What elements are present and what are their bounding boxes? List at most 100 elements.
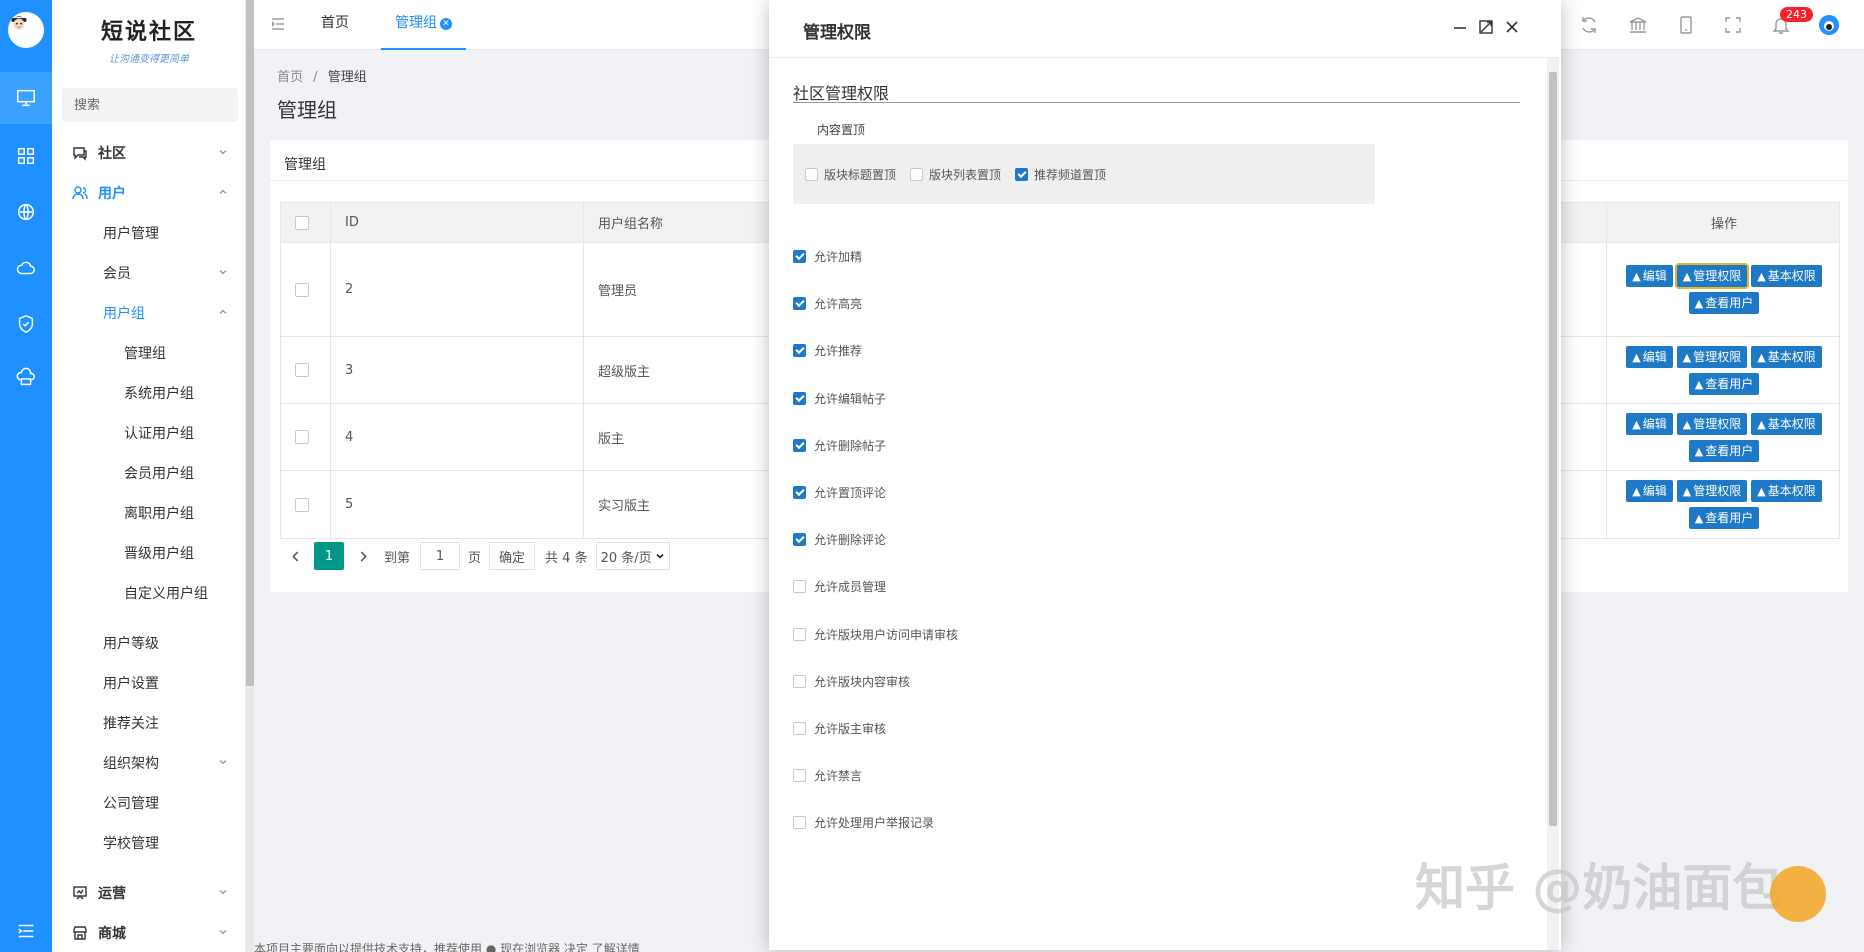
permission-checkbox[interactable] bbox=[793, 438, 806, 452]
maximize-icon[interactable] bbox=[1477, 18, 1495, 36]
view-users-button[interactable]: ▲ 查看用户 bbox=[1688, 507, 1760, 529]
view-users-button[interactable]: ▲ 查看用户 bbox=[1688, 439, 1760, 462]
permission-option[interactable]: 允许推荐 bbox=[793, 342, 862, 359]
page-confirm-button[interactable]: 确定 bbox=[489, 542, 536, 570]
modal-scrollbar-thumb[interactable] bbox=[1549, 72, 1557, 826]
basic-permission-button[interactable]: ▲ 基本权限 bbox=[1751, 345, 1822, 368]
sidebar-item-community[interactable]: 社区 bbox=[52, 133, 246, 173]
close-icon[interactable] bbox=[1503, 18, 1521, 36]
permission-option[interactable]: 允许置顶评论 bbox=[793, 484, 886, 501]
page-jump-input[interactable]: 1 bbox=[420, 542, 461, 570]
pin-option-checkbox[interactable] bbox=[910, 167, 924, 181]
sidebar-item-group-promote[interactable]: 晋级用户组 bbox=[52, 533, 246, 573]
sidebar-item-user[interactable]: 用户 bbox=[52, 173, 246, 213]
permission-option[interactable]: 允许版块内容审核 bbox=[793, 673, 910, 690]
sidebar-item-group-custom[interactable]: 自定义用户组 bbox=[52, 573, 246, 613]
sidebar-item-group-admin[interactable]: 管理组 bbox=[52, 333, 246, 373]
manage-permission-button[interactable]: ▲ 管理权限 bbox=[1676, 345, 1748, 368]
permission-option[interactable]: 允许编辑帖子 bbox=[793, 390, 886, 407]
sidebar-scrollbar[interactable] bbox=[246, 0, 254, 952]
sidebar-item-usergroup[interactable]: 用户组 bbox=[52, 293, 246, 333]
permission-option[interactable]: 允许成员管理 bbox=[793, 578, 886, 595]
permission-option[interactable]: 允许删除帖子 bbox=[793, 437, 886, 454]
edit-button[interactable]: ▲ 编辑 bbox=[1626, 480, 1673, 502]
rail-desktop-icon[interactable] bbox=[0, 72, 52, 124]
row-checkbox[interactable] bbox=[295, 363, 309, 377]
per-page-select[interactable]: 20 条/页 bbox=[595, 542, 670, 570]
row-checkbox[interactable] bbox=[295, 430, 309, 444]
permission-option[interactable]: 允许禁言 bbox=[793, 767, 862, 784]
row-checkbox[interactable] bbox=[295, 497, 309, 512]
sidebar-item-group-member[interactable]: 会员用户组 bbox=[52, 453, 246, 493]
permission-option[interactable]: 允许加精 bbox=[793, 248, 862, 265]
permission-option[interactable]: 允许高亮 bbox=[793, 295, 862, 312]
permission-option[interactable]: 允许版主审核 bbox=[793, 720, 886, 737]
permission-option[interactable]: 允许删除评论 bbox=[793, 531, 886, 548]
permission-checkbox[interactable] bbox=[793, 580, 806, 594]
breadcrumb-home[interactable]: 首页 bbox=[277, 70, 303, 85]
edit-button[interactable]: ▲ 编辑 bbox=[1626, 345, 1673, 368]
rail-menu-fold-icon[interactable] bbox=[0, 905, 52, 952]
fullscreen-icon[interactable] bbox=[1722, 14, 1744, 36]
modal-scrollbar[interactable] bbox=[1547, 58, 1559, 950]
user-avatar-icon[interactable] bbox=[1818, 14, 1840, 36]
sidebar-scrollbar-thumb[interactable] bbox=[246, 0, 254, 686]
permission-checkbox[interactable] bbox=[793, 722, 806, 735]
sidebar-item-user-settings[interactable]: 用户设置 bbox=[52, 663, 246, 703]
search-input[interactable] bbox=[74, 97, 244, 113]
rail-cloud-icon[interactable] bbox=[0, 242, 52, 294]
manage-permission-button[interactable]: ▲ 管理权限 bbox=[1676, 265, 1748, 287]
permission-checkbox[interactable] bbox=[793, 250, 806, 263]
basic-permission-button[interactable]: ▲ 基本权限 bbox=[1751, 412, 1822, 435]
tab-group[interactable]: 管理组 ✕ bbox=[381, 0, 466, 50]
sidebar-item-group-verified[interactable]: 认证用户组 bbox=[52, 413, 246, 453]
view-users-button[interactable]: ▲ 查看用户 bbox=[1688, 292, 1760, 314]
pin-option[interactable]: 推荐频道置顶 bbox=[1015, 166, 1106, 183]
sidebar-item-ops[interactable]: 运营 bbox=[52, 873, 246, 913]
permission-checkbox[interactable] bbox=[793, 344, 806, 358]
edit-button[interactable]: ▲ 编辑 bbox=[1626, 265, 1673, 287]
next-page-icon[interactable] bbox=[348, 542, 378, 570]
permission-checkbox[interactable] bbox=[793, 816, 806, 830]
mobile-icon[interactable] bbox=[1675, 14, 1697, 36]
sidebar-item-group-system[interactable]: 系统用户组 bbox=[52, 373, 246, 413]
rail-apps-icon[interactable] bbox=[0, 130, 52, 182]
basic-permission-button[interactable]: ▲ 基本权限 bbox=[1751, 265, 1822, 287]
select-all-checkbox[interactable] bbox=[295, 215, 309, 230]
permission-option[interactable]: 允许处理用户举报记录 bbox=[793, 814, 934, 831]
tab-home[interactable]: 首页 bbox=[307, 0, 363, 50]
pin-option[interactable]: 版块标题置顶 bbox=[805, 166, 896, 183]
permission-checkbox[interactable] bbox=[793, 533, 806, 547]
pin-option[interactable]: 版块列表置顶 bbox=[910, 166, 1001, 183]
bank-icon[interactable] bbox=[1627, 14, 1649, 36]
prev-page-icon[interactable] bbox=[280, 542, 310, 570]
edit-button[interactable]: ▲ 编辑 bbox=[1626, 412, 1673, 435]
sidebar-item-school[interactable]: 学校管理 bbox=[52, 823, 246, 863]
sidebar-item-user-level[interactable]: 用户等级 bbox=[52, 623, 246, 663]
sidebar-item-user-manage[interactable]: 用户管理 bbox=[52, 213, 246, 253]
permission-checkbox[interactable] bbox=[793, 769, 806, 783]
sidebar-item-company[interactable]: 公司管理 bbox=[52, 783, 246, 823]
permission-checkbox[interactable] bbox=[793, 627, 806, 641]
sidebar-item-member[interactable]: 会员 bbox=[52, 253, 246, 293]
rail-globe-icon[interactable] bbox=[0, 186, 52, 238]
permission-checkbox[interactable] bbox=[793, 391, 806, 405]
manage-permission-button[interactable]: ▲ 管理权限 bbox=[1676, 480, 1748, 502]
sidebar-item-recommend-follow[interactable]: 推荐关注 bbox=[52, 703, 246, 743]
pin-option-checkbox[interactable] bbox=[805, 167, 818, 181]
basic-permission-button[interactable]: ▲ 基本权限 bbox=[1751, 480, 1822, 502]
menu-fold-icon[interactable] bbox=[270, 16, 286, 32]
pin-option-checkbox[interactable] bbox=[1015, 167, 1029, 181]
rail-cloud-server-icon[interactable] bbox=[0, 352, 52, 404]
page-current[interactable]: 1 bbox=[314, 542, 344, 570]
rail-shield-icon[interactable] bbox=[0, 298, 52, 350]
sidebar-item-group-resigned[interactable]: 离职用户组 bbox=[52, 493, 246, 533]
close-icon[interactable]: ✕ bbox=[440, 18, 452, 30]
permission-checkbox[interactable] bbox=[793, 486, 806, 499]
minimize-icon[interactable] bbox=[1451, 18, 1469, 36]
permission-option[interactable]: 允许版块用户访问申请审核 bbox=[793, 626, 958, 643]
avatar[interactable] bbox=[8, 12, 44, 48]
row-checkbox[interactable] bbox=[295, 282, 309, 297]
manage-permission-button[interactable]: ▲ 管理权限 bbox=[1676, 412, 1748, 435]
permission-checkbox[interactable] bbox=[793, 297, 806, 311]
